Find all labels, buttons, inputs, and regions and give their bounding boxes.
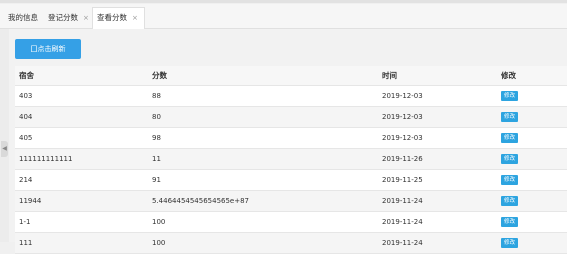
table-row: 111 100 2019-11-24 修改 bbox=[15, 232, 567, 254]
cell-edit: 修改 bbox=[497, 190, 567, 212]
cell-time: 2019-12-03 bbox=[378, 85, 497, 107]
cell-edit: 修改 bbox=[497, 106, 567, 128]
cell-score: 100 bbox=[148, 232, 378, 254]
cell-time: 2019-12-03 bbox=[378, 127, 497, 149]
cell-edit: 修改 bbox=[497, 211, 567, 233]
tab-view-score[interactable]: 查看分数 × bbox=[92, 7, 145, 30]
sidebar-rail: ◀ bbox=[0, 29, 9, 242]
cell-time: 2019-11-25 bbox=[378, 169, 497, 191]
table-row: 404 80 2019-12-03 修改 bbox=[15, 106, 567, 128]
tab-register-score[interactable]: 登记分数 × bbox=[48, 8, 89, 28]
cell-dorm: 404 bbox=[15, 106, 148, 128]
column-header-score: 分数 bbox=[148, 66, 378, 86]
edit-button[interactable]: 修改 bbox=[501, 175, 519, 185]
cell-edit: 修改 bbox=[497, 127, 567, 149]
cell-edit: 修改 bbox=[497, 169, 567, 191]
cell-edit: 修改 bbox=[497, 85, 567, 107]
cell-score: 11 bbox=[148, 148, 378, 170]
table-row: 403 88 2019-12-03 修改 bbox=[15, 85, 567, 107]
close-icon[interactable]: × bbox=[132, 14, 138, 22]
cell-time: 2019-11-24 bbox=[378, 232, 497, 254]
tab-label: 查看分数 bbox=[97, 13, 127, 22]
cell-score: 91 bbox=[148, 169, 378, 191]
cell-time: 2019-11-26 bbox=[378, 148, 497, 170]
cell-dorm: 111111111111 bbox=[15, 148, 148, 170]
edit-button[interactable]: 修改 bbox=[501, 133, 519, 143]
cell-dorm: 1-1 bbox=[15, 211, 148, 233]
edit-button[interactable]: 修改 bbox=[501, 154, 519, 164]
cell-time: 2019-12-03 bbox=[378, 106, 497, 128]
close-icon[interactable]: × bbox=[83, 14, 89, 22]
column-header-time: 时间 bbox=[378, 66, 497, 86]
cell-dorm: 214 bbox=[15, 169, 148, 191]
refresh-button[interactable]: 囗点击刷新 bbox=[15, 39, 81, 59]
cell-edit: 修改 bbox=[497, 148, 567, 170]
cell-dorm: 111 bbox=[15, 232, 148, 254]
cell-score: 100 bbox=[148, 211, 378, 233]
tab-my-info[interactable]: 我的信息 bbox=[8, 8, 38, 28]
edit-button[interactable]: 修改 bbox=[501, 91, 519, 101]
table-row: 214 91 2019-11-25 修改 bbox=[15, 169, 567, 191]
cell-dorm: 403 bbox=[15, 85, 148, 107]
edit-button[interactable]: 修改 bbox=[501, 217, 519, 227]
cell-score: 98 bbox=[148, 127, 378, 149]
edit-button[interactable]: 修改 bbox=[501, 238, 519, 248]
edit-button[interactable]: 修改 bbox=[501, 112, 519, 122]
column-header-dorm: 宿舍 bbox=[15, 66, 148, 86]
cell-dorm: 11944 bbox=[15, 190, 148, 212]
table-row: 111111111111 11 2019-11-26 修改 bbox=[15, 148, 567, 170]
cell-edit: 修改 bbox=[497, 232, 567, 254]
cell-score: 5.4464454545654565e+87 bbox=[148, 190, 378, 212]
edit-button[interactable]: 修改 bbox=[501, 196, 519, 206]
cell-dorm: 405 bbox=[15, 127, 148, 149]
main-content: 囗点击刷新 宿舍 分数 时间 修改 403 88 2019-12-03 修改 4… bbox=[9, 29, 567, 254]
cell-score: 80 bbox=[148, 106, 378, 128]
top-strip bbox=[0, 0, 567, 3]
table-row: 405 98 2019-12-03 修改 bbox=[15, 127, 567, 149]
tab-bar: 我的信息 登记分数 × 查看分数 × bbox=[0, 4, 567, 30]
tab-label: 登记分数 bbox=[48, 13, 78, 22]
cell-score: 88 bbox=[148, 85, 378, 107]
cell-time: 2019-11-24 bbox=[378, 211, 497, 233]
sidebar-toggle-icon[interactable]: ◀ bbox=[1, 141, 8, 157]
table-row: 11944 5.4464454545654565e+87 2019-11-24 … bbox=[15, 190, 567, 212]
tab-label: 我的信息 bbox=[8, 13, 38, 22]
score-table: 宿舍 分数 时间 修改 403 88 2019-12-03 修改 404 80 … bbox=[15, 66, 567, 254]
table-row: 1-1 100 2019-11-24 修改 bbox=[15, 211, 567, 233]
table-header-row: 宿舍 分数 时间 修改 bbox=[15, 66, 567, 86]
cell-time: 2019-11-24 bbox=[378, 190, 497, 212]
column-header-edit: 修改 bbox=[497, 66, 567, 86]
